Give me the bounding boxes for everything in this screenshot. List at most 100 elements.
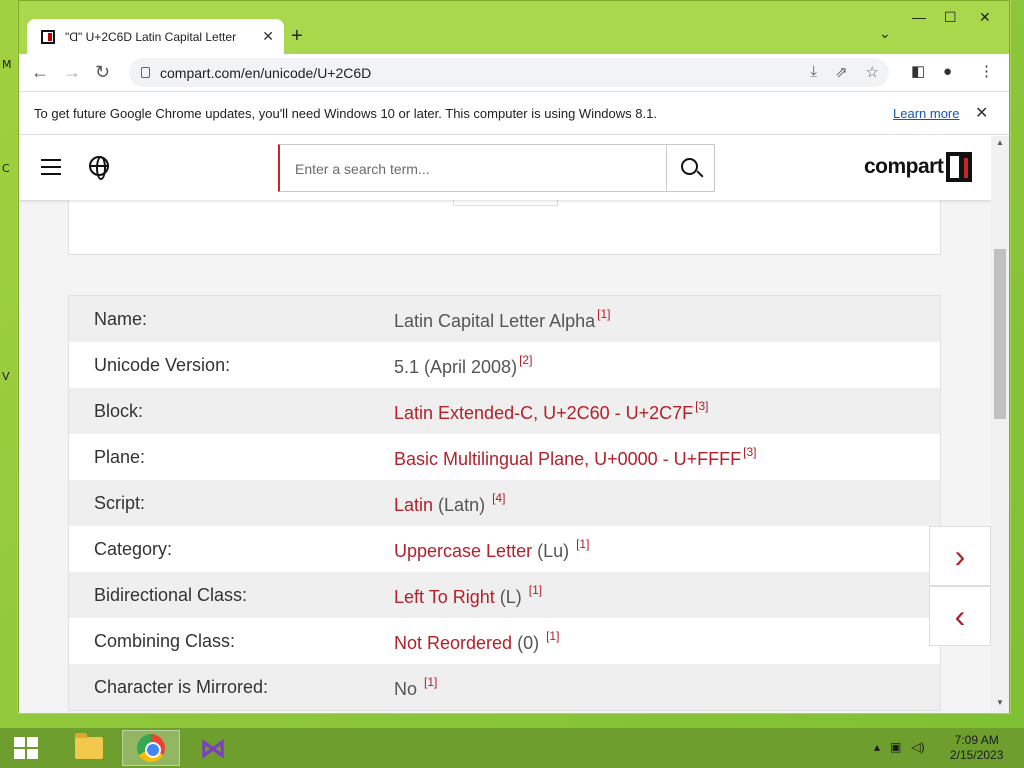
property-value-link[interactable]: Uppercase Letter: [394, 541, 532, 561]
desktop-icon-fragment: M: [2, 58, 12, 71]
property-row: Category: Uppercase Letter (Lu) [1]: [69, 526, 940, 572]
reference-link[interactable]: [3]: [743, 445, 756, 459]
share-icon[interactable]: ⇗: [835, 63, 848, 81]
tab-close-icon[interactable]: ✕: [262, 28, 274, 45]
logo-mark-icon: [946, 152, 973, 182]
network-icon[interactable]: ▣: [890, 740, 901, 754]
property-value-text: 5.1 (April 2008): [394, 356, 518, 377]
property-value: Latin (Latn) [4]: [394, 491, 505, 516]
property-key: Combining Class:: [94, 630, 236, 651]
property-value: Uppercase Letter (Lu) [1]: [394, 537, 589, 562]
clock-date: 2/15/2023: [950, 748, 1004, 762]
next-character-button[interactable]: ›: [929, 526, 991, 586]
logo-wordmark: compart: [864, 155, 944, 178]
learn-more-link[interactable]: Learn more: [893, 106, 959, 121]
property-value-text: No: [394, 678, 418, 699]
search-icon[interactable]: [666, 145, 714, 191]
infobar-message: To get future Google Chrome updates, you…: [34, 105, 657, 121]
property-value: Not Reordered (0) [1]: [394, 629, 559, 654]
reference-link[interactable]: [1]: [546, 629, 559, 643]
property-value-suffix: (L): [494, 586, 527, 607]
property-value: Latin Capital Letter Alpha [1]: [394, 307, 610, 332]
taskbar-file-explorer[interactable]: [60, 730, 118, 766]
desktop-icon-fragment: C: [2, 162, 10, 175]
glyph-card-tab: [453, 200, 558, 206]
forward-arrow-icon[interactable]: →: [63, 62, 81, 82]
property-value-suffix: [417, 679, 422, 699]
scrollbar-thumb[interactable]: [994, 249, 1006, 419]
hamburger-menu-icon[interactable]: [41, 159, 61, 175]
update-infobar: To get future Google Chrome updates, you…: [19, 91, 1009, 135]
property-value-link[interactable]: Latin: [394, 495, 433, 515]
language-globe-icon[interactable]: [89, 156, 109, 180]
property-row: Combining Class: Not Reordered (0) [1]: [69, 618, 940, 664]
taskbar-clock[interactable]: 7:09 AM 2/15/2023: [950, 733, 1003, 763]
maximize-icon[interactable]: ☐: [944, 9, 957, 26]
back-arrow-icon[interactable]: ←: [31, 62, 49, 82]
property-row: Block: Latin Extended-C, U+2C60 - U+2C7F[…: [69, 388, 940, 434]
taskbar: ⋈ ▴ ▣ ◁) 7:09 AM 2/15/2023: [0, 728, 1024, 768]
search-input[interactable]: Enter a search term...: [280, 145, 666, 191]
taskbar-visual-studio[interactable]: ⋈: [184, 730, 242, 766]
glyph-card: [68, 200, 941, 255]
property-row: Plane: Basic Multilingual Plane, U+0000 -…: [69, 434, 940, 480]
taskbar-chrome[interactable]: [122, 730, 180, 766]
infobar-close-icon[interactable]: ✕: [975, 103, 988, 123]
property-value-link[interactable]: Basic Multilingual Plane, U+0000 - U+FFF…: [394, 449, 741, 469]
bookmark-star-icon[interactable]: ☆: [866, 63, 879, 81]
property-row: Unicode Version: 5.1 (April 2008) [2]: [69, 342, 940, 388]
property-key: Character is Mirrored:: [94, 676, 269, 697]
property-key: Bidirectional Class:: [94, 584, 248, 605]
reference-link[interactable]: [1]: [597, 307, 610, 321]
scroll-down-icon[interactable]: ▼: [996, 698, 1004, 707]
property-key: Block:: [94, 400, 144, 421]
property-key: Script:: [94, 492, 146, 513]
tab-search-chevron-icon[interactable]: ⌄: [879, 25, 891, 42]
property-value-link[interactable]: Left To Right: [394, 587, 495, 607]
reference-link[interactable]: [3]: [695, 399, 708, 413]
browser-toolbar: ← → ↻ compart.com/en/unicode/U+2C6D ⤓ ⇗ …: [19, 54, 1009, 91]
browser-tab[interactable]: "Ɑ" U+2C6D Latin Capital Letter ✕: [27, 19, 284, 54]
property-value-suffix: (Latn): [433, 494, 491, 515]
property-value: No [1]: [394, 675, 437, 700]
reference-link[interactable]: [1]: [424, 675, 437, 689]
tab-strip: "Ɑ" U+2C6D Latin Capital Letter ✕ + ⌄ — …: [19, 1, 1009, 54]
previous-character-button[interactable]: ‹: [929, 586, 991, 646]
property-value-link[interactable]: Not Reordered: [394, 633, 512, 653]
profile-avatar-icon[interactable]: ●: [943, 62, 952, 82]
property-value-suffix: (0): [512, 632, 545, 653]
chevron-left-icon: ‹: [954, 597, 966, 634]
property-value-suffix: (Lu): [532, 540, 575, 561]
properties-table: Name: Latin Capital Letter Alpha [1] Unicod…: [68, 295, 941, 711]
install-app-icon[interactable]: ⤓: [810, 63, 817, 81]
minimize-icon[interactable]: —: [912, 9, 926, 25]
windows-start-icon[interactable]: [14, 737, 38, 759]
property-key: Unicode Version:: [94, 354, 231, 375]
reference-link[interactable]: [4]: [492, 491, 505, 505]
new-tab-icon[interactable]: +: [291, 25, 303, 47]
visual-studio-icon: ⋈: [200, 732, 226, 763]
property-value-link[interactable]: Latin Extended-C, U+2C60 - U+2C7F: [394, 403, 693, 423]
volume-icon[interactable]: ◁): [911, 740, 924, 754]
scroll-up-icon[interactable]: ▲: [996, 138, 1004, 147]
address-url: compart.com/en/unicode/U+2C6D: [160, 64, 372, 81]
compart-logo[interactable]: compart: [864, 152, 973, 182]
reference-link[interactable]: [2]: [519, 353, 532, 367]
address-bar[interactable]: compart.com/en/unicode/U+2C6D ⤓ ⇗ ☆: [129, 58, 889, 87]
side-panel-icon[interactable]: ◧: [911, 62, 925, 82]
property-row: Bidirectional Class: Left To Right (L) [1…: [69, 572, 940, 618]
chevron-right-icon: ›: [954, 537, 966, 574]
property-value: Left To Right (L) [1]: [394, 583, 542, 608]
reference-link[interactable]: [1]: [529, 583, 542, 597]
close-window-icon[interactable]: ✕: [979, 9, 991, 26]
reference-link[interactable]: [1]: [576, 537, 589, 551]
system-tray: ▴ ▣ ◁): [874, 740, 925, 754]
reload-icon[interactable]: ↻: [95, 62, 110, 82]
browser-menu-icon[interactable]: ⋮: [979, 62, 994, 82]
property-value-text: Latin Capital Letter Alpha: [394, 310, 596, 331]
site-header: Enter a search term... compart: [19, 136, 991, 200]
tray-expand-icon[interactable]: ▴: [874, 740, 880, 754]
tab-title: "Ɑ" U+2C6D Latin Capital Letter: [65, 29, 237, 44]
page-scrollbar[interactable]: ▲ ▼: [991, 136, 1009, 713]
property-key: Name:: [94, 308, 148, 329]
